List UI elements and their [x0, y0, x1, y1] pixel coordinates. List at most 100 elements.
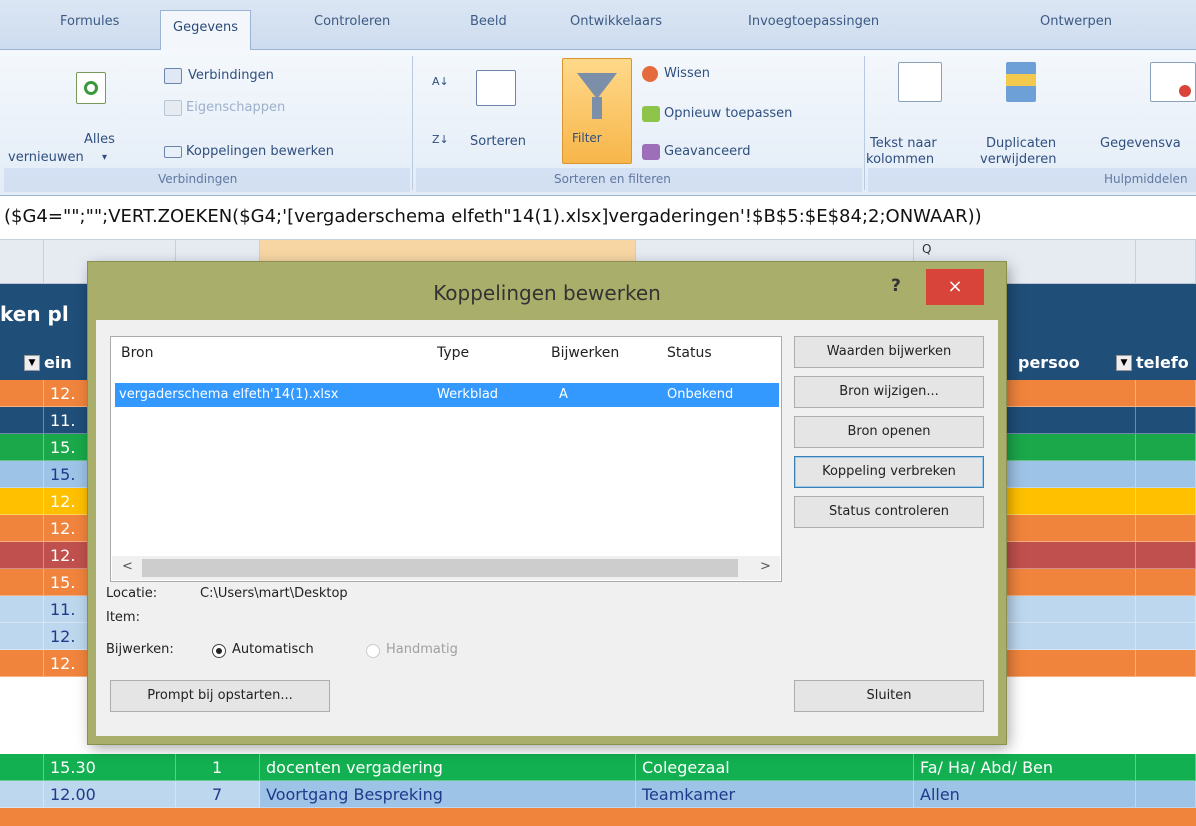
cell[interactable]	[0, 569, 44, 596]
data-validation-button[interactable]: Gegevensva	[1100, 136, 1181, 152]
reapply-button[interactable]: Opnieuw toepassen	[664, 106, 792, 122]
advanced-icon	[642, 144, 660, 160]
cell[interactable]: Voortgang Bespreking	[260, 781, 636, 808]
refresh-all-button[interactable]: Alles	[84, 132, 115, 148]
close-button[interactable]: Sluiten	[794, 680, 984, 712]
tab-gegevens[interactable]: Gegevens	[160, 10, 252, 51]
cell[interactable]	[1136, 596, 1196, 623]
radio-automatic-label[interactable]: Automatisch	[232, 642, 314, 657]
link-status: Onbekend	[667, 387, 734, 402]
sort-az-icon[interactable]: A↓	[432, 76, 452, 102]
formula-bar[interactable]: ($G4="";"";VERT.ZOEKEN($G4;'[vergadersch…	[0, 196, 1196, 240]
group-label-sort: Sorteren en filteren	[554, 172, 671, 186]
break-link-button[interactable]: Koppeling verbreken	[794, 456, 984, 488]
radio-automatic[interactable]	[212, 644, 226, 658]
cell[interactable]: 15.30	[44, 754, 176, 781]
sort-za-icon[interactable]: Z↓	[432, 134, 452, 158]
cell[interactable]	[1136, 488, 1196, 515]
clear-button[interactable]: Wissen	[664, 66, 710, 82]
cell[interactable]: 7	[176, 781, 260, 808]
cell[interactable]: Fa/ Ha/ Abd/ Ben	[914, 754, 1136, 781]
cell[interactable]	[0, 781, 44, 808]
sort-button[interactable]: Sorteren	[470, 134, 526, 150]
tab-ontwerpen[interactable]: Ontwerpen	[1040, 14, 1112, 29]
cell[interactable]	[0, 650, 44, 677]
remove-duplicates-label[interactable]: verwijderen	[980, 152, 1056, 168]
filter-label[interactable]: Filter	[572, 130, 602, 146]
link-update: A	[559, 387, 568, 402]
cell[interactable]	[1136, 515, 1196, 542]
cell[interactable]	[0, 596, 44, 623]
radio-manual[interactable]	[366, 644, 380, 658]
cell[interactable]	[1136, 623, 1196, 650]
cell[interactable]	[0, 515, 44, 542]
cell[interactable]: 12.00	[44, 781, 176, 808]
cell[interactable]	[0, 754, 44, 781]
tab-controleren[interactable]: Controleren	[314, 14, 390, 29]
group-label-tools: Hulpmiddelen	[1104, 172, 1188, 186]
scroll-right-icon[interactable]: >	[760, 559, 771, 574]
cell[interactable]	[1136, 434, 1196, 461]
column-header[interactable]	[0, 240, 44, 284]
links-list[interactable]: Bron Type Bijwerken Status vergaderschem…	[110, 336, 782, 582]
check-status-button[interactable]: Status controleren	[794, 496, 984, 528]
cell[interactable]	[0, 461, 44, 488]
cell[interactable]: 1	[176, 754, 260, 781]
text-to-columns-button[interactable]: Tekst naar	[870, 136, 937, 152]
column-header-bijwerken: Bijwerken	[551, 345, 620, 361]
help-icon[interactable]: ?	[891, 276, 901, 296]
cell[interactable]	[1136, 754, 1196, 781]
cell[interactable]	[1136, 650, 1196, 677]
location-label: Locatie:	[106, 586, 158, 601]
column-header[interactable]	[1136, 240, 1196, 284]
cell[interactable]	[0, 488, 44, 515]
sort-dialog-icon[interactable]	[476, 70, 516, 106]
radio-manual-label[interactable]: Handmatig	[386, 642, 458, 657]
cell[interactable]	[1136, 542, 1196, 569]
refresh-all-icon	[76, 72, 106, 104]
refresh-all-label[interactable]: vernieuwen	[8, 150, 84, 166]
scroll-left-icon[interactable]: <	[122, 559, 133, 574]
filter-dropdown-chevron-down-icon[interactable]: ▼	[24, 355, 40, 371]
tab-ontwikkelaars[interactable]: Ontwikkelaars	[570, 14, 662, 29]
sheet-title-fragment: ken pl	[0, 302, 69, 326]
cell[interactable]	[0, 434, 44, 461]
text-to-columns-label[interactable]: kolommen	[866, 152, 934, 168]
filter-dropdown-chevron-down-icon[interactable]: ▼	[1116, 355, 1132, 371]
remove-duplicates-button[interactable]: Duplicaten	[986, 136, 1056, 152]
group-label-connections: Verbindingen	[158, 172, 238, 186]
cell[interactable]	[1136, 461, 1196, 488]
filter-button[interactable]	[562, 58, 632, 164]
tab-formules[interactable]: Formules	[60, 14, 119, 29]
cell[interactable]: Teamkamer	[636, 781, 914, 808]
cell[interactable]	[0, 407, 44, 434]
cell[interactable]: docenten vergadering	[260, 754, 636, 781]
properties-button[interactable]: Eigenschappen	[186, 100, 285, 116]
scrollbar-thumb[interactable]	[142, 559, 738, 577]
data-validation-icon	[1150, 62, 1196, 102]
cell[interactable]	[1136, 781, 1196, 808]
change-source-button[interactable]: Bron wijzigen...	[794, 376, 984, 408]
edit-links-button[interactable]: Koppelingen bewerken	[186, 144, 334, 160]
startup-prompt-button[interactable]: Prompt bij opstarten...	[110, 680, 330, 712]
cell[interactable]: Colegezaal	[636, 754, 914, 781]
horizontal-scrollbar[interactable]: < >	[112, 556, 780, 580]
cell[interactable]	[0, 380, 44, 407]
connections-button[interactable]: Verbindingen	[188, 68, 274, 84]
advanced-button[interactable]: Geavanceerd	[664, 144, 750, 160]
refresh-all-chevron-down-icon[interactable]: ▾	[102, 150, 107, 166]
update-values-button[interactable]: Waarden bijwerken	[794, 336, 984, 368]
close-icon[interactable]: ×	[926, 269, 984, 305]
cell[interactable]	[0, 623, 44, 650]
cell[interactable]: Allen	[914, 781, 1136, 808]
tab-invoegtoepassingen[interactable]: Invoegtoepassingen	[748, 14, 879, 29]
tab-beeld[interactable]: Beeld	[470, 14, 507, 29]
cell[interactable]	[0, 542, 44, 569]
cell[interactable]	[1136, 569, 1196, 596]
open-source-button[interactable]: Bron openen	[794, 416, 984, 448]
edit-links-icon	[164, 146, 182, 158]
cell[interactable]	[1136, 407, 1196, 434]
connections-icon	[164, 68, 182, 84]
cell[interactable]	[1136, 380, 1196, 407]
properties-icon	[164, 100, 182, 116]
